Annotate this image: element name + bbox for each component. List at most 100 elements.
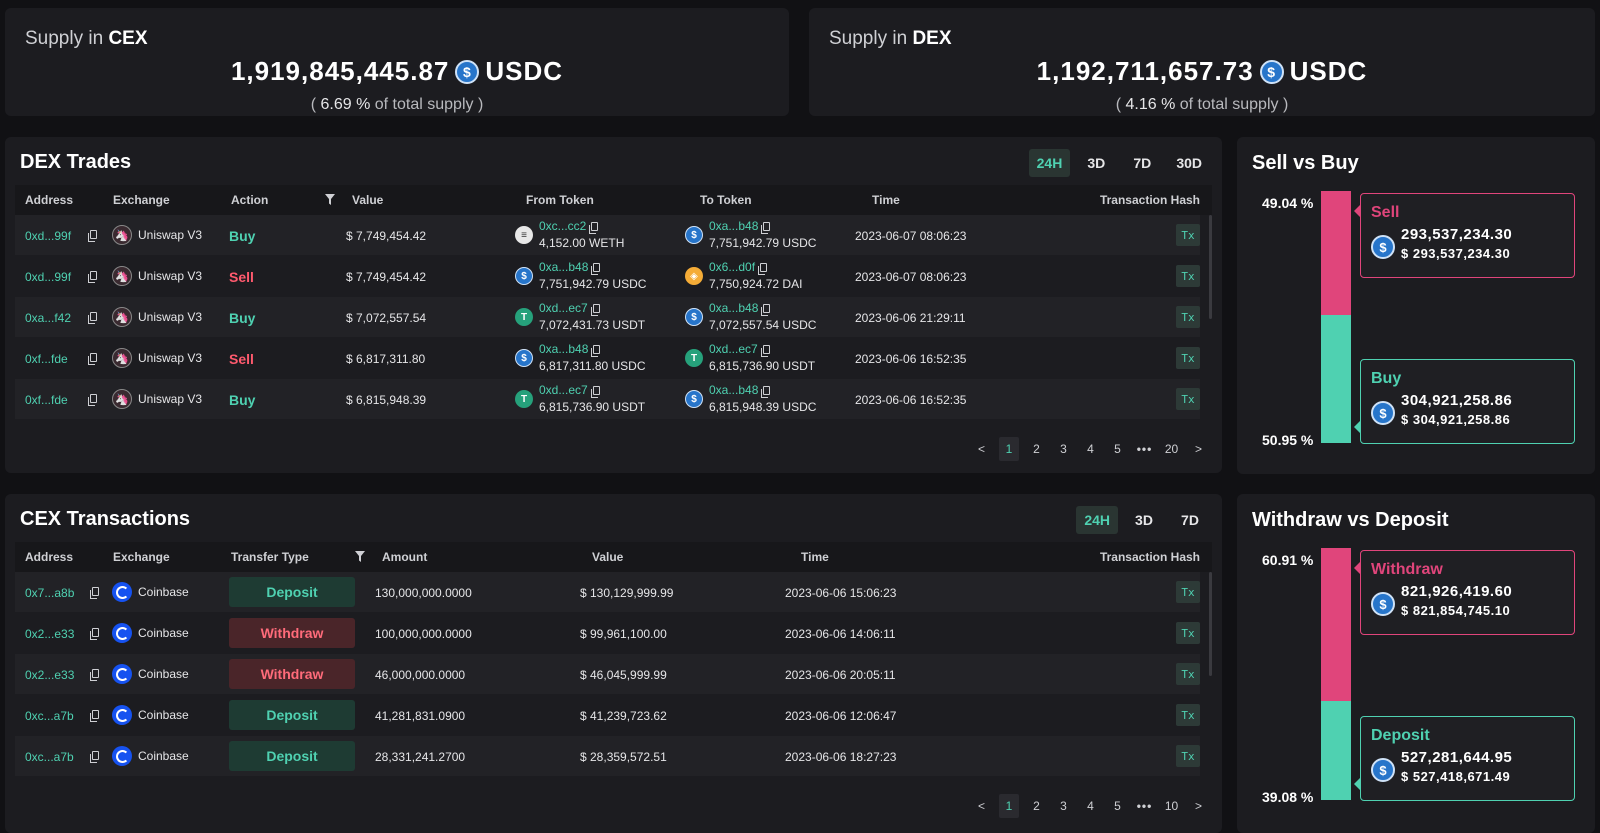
tab-24h[interactable]: 24H (1076, 506, 1118, 534)
tx-hash-button[interactable]: Tx (1176, 663, 1200, 685)
page-3[interactable]: 3 (1050, 794, 1077, 818)
tx-hash-button[interactable]: Tx (1176, 704, 1200, 726)
to-token-address-text[interactable]: 0xa...b48 (709, 383, 758, 397)
copy-icon[interactable] (90, 710, 99, 722)
address-link[interactable]: 0xa...f42 (25, 311, 71, 325)
copy-icon[interactable] (589, 222, 599, 234)
to-token-address-text[interactable]: 0xa...b48 (709, 219, 758, 233)
uniswap-icon: 🦄 (112, 225, 132, 245)
from-token-amount: 7,751,942.79 USDC (539, 277, 647, 291)
from-token-lines: 0xa...b48 7,751,942.79 USDC (539, 259, 646, 293)
time-cell: 2023-06-06 15:06:23 (785, 586, 897, 600)
next-page-button[interactable]: > (1185, 437, 1212, 461)
from-token-address[interactable]: 0xc...cc2 (539, 218, 624, 235)
copy-icon[interactable] (760, 345, 770, 357)
from-token-address[interactable]: 0xd...ec7 (539, 300, 645, 317)
dex-scrollbar[interactable] (1209, 215, 1212, 319)
from-token-address-text[interactable]: 0xa...b48 (539, 342, 588, 356)
to-token-address[interactable]: 0xa...b48 (709, 218, 816, 235)
prev-page-button[interactable]: < (968, 437, 995, 461)
tx-hash-button[interactable]: Tx (1176, 265, 1200, 287)
address-link[interactable]: 0xd...99f (25, 229, 71, 243)
filter-icon[interactable] (325, 194, 335, 205)
coinbase-icon (112, 582, 132, 602)
tx-hash-button[interactable]: Tx (1176, 388, 1200, 410)
page-5[interactable]: 5 (1104, 794, 1131, 818)
from-token-address[interactable]: 0xa...b48 (539, 341, 646, 358)
to-token-address-text[interactable]: 0xa...b48 (709, 301, 758, 315)
tab-3d[interactable]: 3D (1076, 149, 1116, 177)
page-2[interactable]: 2 (1023, 437, 1050, 461)
copy-icon[interactable] (90, 628, 99, 640)
address-link[interactable]: 0x2...e33 (25, 668, 74, 682)
to-token-address[interactable]: 0xa...b48 (709, 382, 816, 399)
next-page-button[interactable]: > (1185, 794, 1212, 818)
address-link[interactable]: 0x2...e33 (25, 627, 74, 641)
page-ellipsis[interactable]: ••• (1131, 437, 1158, 461)
address-link[interactable]: 0xf...fde (25, 352, 68, 366)
page-1[interactable]: 1 (999, 794, 1019, 818)
tx-hash-button[interactable]: Tx (1176, 347, 1200, 369)
tab-7d[interactable]: 7D (1122, 149, 1162, 177)
copy-icon[interactable] (761, 386, 771, 398)
tx-hash-button[interactable]: Tx (1176, 581, 1200, 603)
page-last[interactable]: 20 (1158, 437, 1185, 461)
copy-icon[interactable] (90, 587, 99, 599)
to-token-address[interactable]: 0xd...ec7 (709, 341, 815, 358)
copy-icon[interactable] (591, 263, 601, 275)
page-5[interactable]: 5 (1104, 437, 1131, 461)
from-token-address-text[interactable]: 0xd...ec7 (539, 301, 588, 315)
address-link[interactable]: 0xc...a7b (25, 750, 74, 764)
copy-icon[interactable] (761, 304, 771, 316)
to-token-address-text[interactable]: 0x6...d0f (709, 260, 755, 274)
copy-icon[interactable] (88, 394, 97, 406)
copy-icon[interactable] (88, 353, 97, 365)
cex-tx-tabs: 24H 3D 7D (1076, 506, 1210, 534)
address-link[interactable]: 0xf...fde (25, 393, 68, 407)
tx-hash-button[interactable]: Tx (1176, 224, 1200, 246)
usdt-icon: T (515, 390, 533, 408)
tx-hash-button[interactable]: Tx (1176, 745, 1200, 767)
copy-icon[interactable] (591, 345, 601, 357)
address-link[interactable]: 0x7...a8b (25, 586, 74, 600)
copy-icon[interactable] (90, 669, 99, 681)
from-token-address-text[interactable]: 0xd...ec7 (539, 383, 588, 397)
page-4[interactable]: 4 (1077, 794, 1104, 818)
page-last[interactable]: 10 (1158, 794, 1185, 818)
copy-icon[interactable] (761, 222, 771, 234)
address-link[interactable]: 0xd...99f (25, 270, 71, 284)
prev-page-button[interactable]: < (968, 794, 995, 818)
col-action: Action (231, 193, 269, 207)
to-token-address[interactable]: 0x6...d0f (709, 259, 802, 276)
to-token-address-text[interactable]: 0xd...ec7 (709, 342, 758, 356)
copy-icon[interactable] (590, 304, 600, 316)
page-ellipsis[interactable]: ••• (1131, 794, 1158, 818)
filter-icon[interactable] (355, 551, 365, 562)
copy-icon[interactable] (90, 751, 99, 763)
from-token-address-text[interactable]: 0xc...cc2 (539, 219, 586, 233)
copy-icon[interactable] (758, 263, 768, 275)
address-link[interactable]: 0xc...a7b (25, 709, 74, 723)
table-row: 0xc...a7b Coinbase Deposit 28,331,241.2700 $… (15, 736, 1200, 776)
from-token-address[interactable]: 0xa...b48 (539, 259, 646, 276)
page-4[interactable]: 4 (1077, 437, 1104, 461)
copy-icon[interactable] (88, 230, 97, 242)
copy-icon[interactable] (88, 312, 97, 324)
copy-icon[interactable] (590, 386, 600, 398)
tab-30d[interactable]: 30D (1168, 149, 1210, 177)
page-3[interactable]: 3 (1050, 437, 1077, 461)
sell-percent: 49.04 % (1262, 195, 1314, 211)
tab-3d[interactable]: 3D (1124, 506, 1164, 534)
page-2[interactable]: 2 (1023, 794, 1050, 818)
tab-7d[interactable]: 7D (1170, 506, 1210, 534)
copy-icon[interactable] (88, 271, 97, 283)
cex-scrollbar[interactable] (1209, 572, 1212, 676)
usdc-icon: $ (515, 349, 533, 367)
tx-hash-button[interactable]: Tx (1176, 622, 1200, 644)
tx-hash-button[interactable]: Tx (1176, 306, 1200, 328)
from-token-address[interactable]: 0xd...ec7 (539, 382, 645, 399)
from-token-address-text[interactable]: 0xa...b48 (539, 260, 588, 274)
to-token-address[interactable]: 0xa...b48 (709, 300, 816, 317)
tab-24h[interactable]: 24H (1028, 149, 1071, 177)
page-1[interactable]: 1 (999, 437, 1019, 461)
